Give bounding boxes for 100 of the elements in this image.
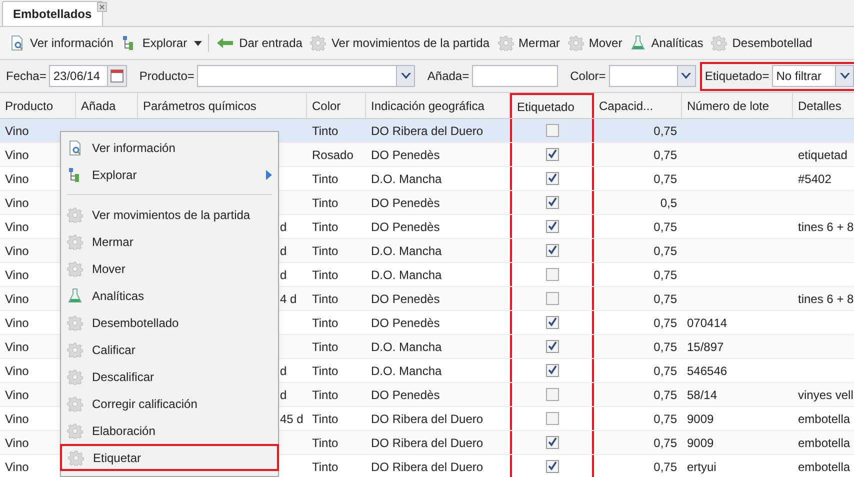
table-cell-text: D.O. Mancha <box>371 242 442 260</box>
toolbar-button[interactable]: Mermar <box>496 32 561 54</box>
table-cell-text: Tinto <box>312 458 338 476</box>
table-cell-text: d <box>280 266 287 284</box>
column-header[interactable]: Producto <box>0 93 76 118</box>
table-cell-text: Tinto <box>312 362 338 380</box>
column-header[interactable]: Añada <box>76 93 138 118</box>
table-cell-text: Vino <box>5 290 29 308</box>
checkbox[interactable] <box>546 148 558 161</box>
table-cell-text: 0,75 <box>654 362 677 380</box>
table-cell-text: DO Ribera del Duero <box>371 122 484 140</box>
checkbox[interactable] <box>546 268 558 281</box>
checkbox[interactable] <box>546 172 558 185</box>
table-cell-text: 15/897 <box>687 338 724 356</box>
column-header[interactable]: Parámetros químicos <box>138 93 307 118</box>
table-cell-text: ertyui <box>687 458 716 476</box>
checkbox[interactable] <box>546 364 558 377</box>
checkbox[interactable] <box>546 412 558 425</box>
menu-item[interactable]: Ver información <box>61 134 278 161</box>
menu-item[interactable]: Desembotellado <box>61 309 278 336</box>
table-cell-text: 58/14 <box>687 386 718 404</box>
filter-label: Fecha= <box>6 68 46 85</box>
checkbox[interactable] <box>546 124 558 137</box>
menu-item[interactable]: Mover <box>61 255 278 282</box>
table-cell-text: Tinto <box>312 434 338 452</box>
toolbar-button[interactable]: Ver información <box>8 32 114 54</box>
gear-icon <box>67 342 83 358</box>
table-cell-text: 45 d <box>280 410 304 428</box>
calendar-icon[interactable] <box>107 66 126 86</box>
menu-item[interactable]: Corregir calificación <box>61 390 278 417</box>
checkbox[interactable] <box>546 340 558 353</box>
gear-icon <box>67 234 83 250</box>
menu-item[interactable]: Elaboración <box>61 417 278 444</box>
left-arrow-icon <box>216 36 234 50</box>
checkbox[interactable] <box>546 460 558 473</box>
table-cell-text: Vino <box>5 458 29 476</box>
table-cell-text: 0,75 <box>654 458 677 476</box>
gear-icon <box>498 35 514 51</box>
table-cell-text: Vino <box>5 242 29 260</box>
table-cell-text: DO Penedès <box>371 218 440 236</box>
table-cell-text: 0,75 <box>654 242 677 260</box>
table-cell-text: 0,75 <box>654 146 677 164</box>
menu-item[interactable]: Explorar <box>61 161 278 188</box>
checkbox[interactable] <box>546 388 558 401</box>
table-cell-text: Vino <box>5 194 29 212</box>
table-cell-text: vinyes vell <box>798 386 854 404</box>
checkbox[interactable] <box>546 292 558 305</box>
menu-item[interactable]: Etiquetar <box>60 444 279 471</box>
table-cell-text: Vino <box>5 122 29 140</box>
checkbox[interactable] <box>546 316 558 329</box>
toolbar-button[interactable]: Analíticas <box>629 32 704 54</box>
table-cell-text: Vino <box>5 170 29 188</box>
column-header[interactable]: Detalles <box>793 93 854 118</box>
column-header[interactable]: Número de lote <box>682 93 793 118</box>
checkbox[interactable] <box>546 220 558 233</box>
table-cell-text: D.O. Mancha <box>371 338 442 356</box>
table-cell-text: 4 d <box>280 290 297 308</box>
table-cell-text: Tinto <box>312 170 338 188</box>
toolbar-button[interactable]: Dar entrada <box>215 32 304 54</box>
menu-item[interactable]: Descalificar <box>61 363 278 390</box>
checkbox[interactable] <box>546 436 558 449</box>
menu-item[interactable]: Ver movimientos de la partida <box>61 201 278 228</box>
toolbar-button[interactable]: Mover <box>566 32 624 54</box>
column-header[interactable]: Color <box>307 93 366 118</box>
table-cell-text: D.O. Mancha <box>371 362 442 380</box>
menu-item[interactable]: Mermar <box>61 228 278 255</box>
toolbar-button[interactable]: Desembotellad <box>710 32 814 54</box>
table-cell-text: embotella <box>798 458 850 476</box>
table-cell-text: DO Ribera del Duero <box>371 458 484 476</box>
submenu-arrow-icon[interactable] <box>266 170 272 180</box>
date-field[interactable]: 23/06/14 <box>49 65 128 87</box>
tab[interactable]: Embotellados <box>2 1 103 26</box>
menu-item[interactable]: Calificar <box>61 336 278 363</box>
table-cell-text: d <box>280 362 287 380</box>
table-cell-text: DO Penedès <box>371 386 440 404</box>
table-cell-text: Tinto <box>312 314 338 332</box>
checkbox[interactable] <box>546 196 558 209</box>
column-header[interactable]: Capacid... <box>594 93 682 118</box>
table-cell-text: embotella <box>798 434 850 452</box>
combo-box[interactable]: No filtrar <box>772 65 854 87</box>
table-cell-text: Tinto <box>312 290 338 308</box>
table-cell-text: 9009 <box>687 410 714 428</box>
table-cell-text: DO Penedès <box>371 146 440 164</box>
table-cell-text: DO Penedès <box>371 314 440 332</box>
gear-icon <box>67 368 83 384</box>
caret-icon[interactable] <box>194 40 202 46</box>
checkbox[interactable] <box>546 244 558 257</box>
table-cell-text: Tinto <box>312 386 338 404</box>
gear-icon <box>67 314 83 330</box>
filter-label: Color= <box>570 68 606 85</box>
table-cell-text: Tinto <box>312 122 338 140</box>
column-header[interactable]: Indicación geográfica <box>366 93 510 118</box>
table-cell-text: d <box>280 218 287 236</box>
toolbar-button[interactable]: Ver movimientos de la partida <box>309 32 491 54</box>
close-icon[interactable] <box>96 2 107 12</box>
table-cell-text: DO Penedès <box>371 194 440 212</box>
text-field[interactable] <box>472 65 558 87</box>
toolbar-button[interactable]: Explorar <box>120 32 188 54</box>
filter-label: Producto= <box>139 68 194 85</box>
menu-item[interactable]: Analíticas <box>61 282 278 309</box>
